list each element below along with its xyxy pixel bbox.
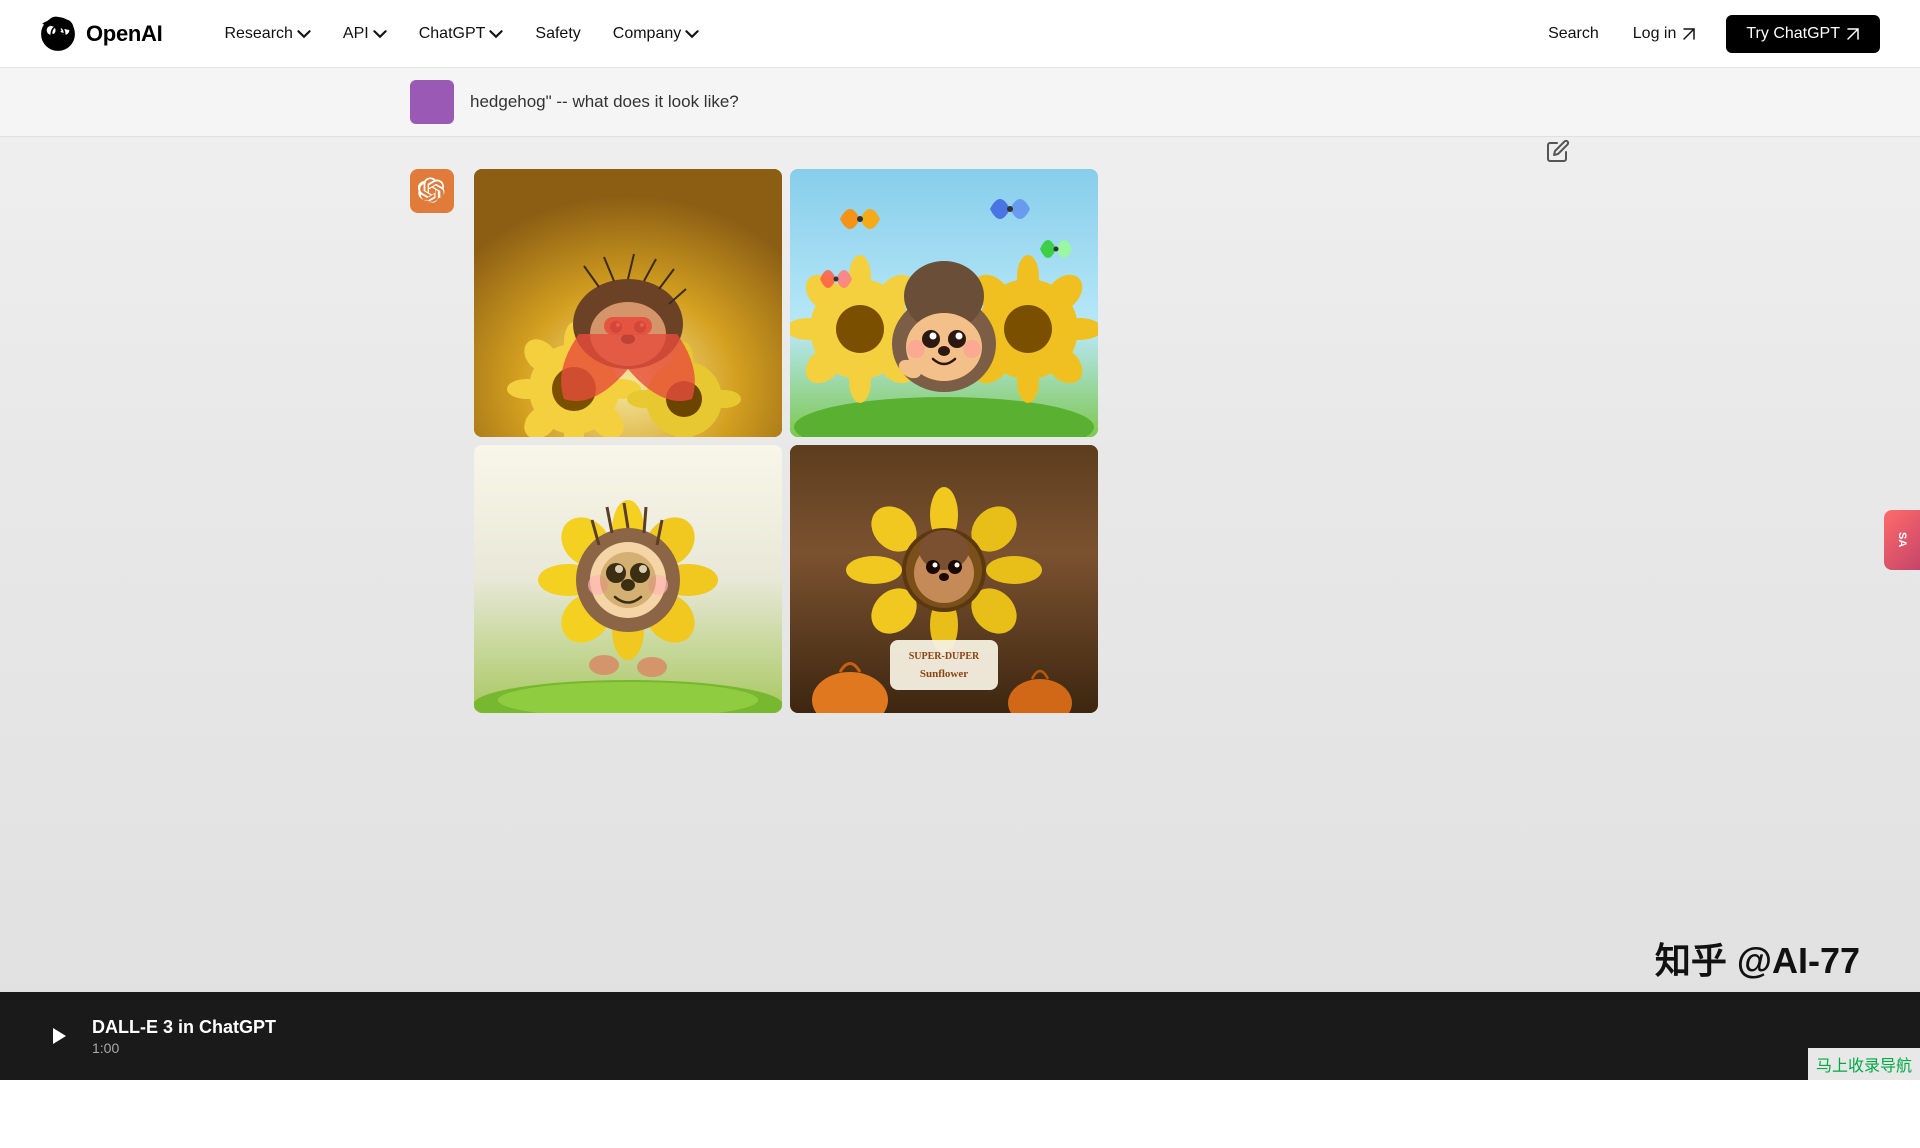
edit-icon <box>1546 139 1570 163</box>
watermark-bottom: 马上收录导航 <box>1808 1048 1920 1080</box>
image-4[interactable]: SUPER-DUPER Sunflower <box>790 445 1098 713</box>
nav-company[interactable]: Company <box>599 17 713 51</box>
try-chatgpt-button[interactable]: Try ChatGPT <box>1726 15 1880 53</box>
user-message-text: hedgehog" -- what does it look like? <box>470 92 739 112</box>
hedgehog-cartoon-butterfly-image <box>790 169 1098 437</box>
user-avatar <box>410 80 454 124</box>
hedgehog-sunflower-pot-svg: SUPER-DUPER Sunflower <box>790 445 1098 713</box>
openai-logo-icon <box>40 16 76 52</box>
nav-chatgpt[interactable]: ChatGPT <box>405 17 518 51</box>
images-container: SUPER-DUPER Sunflower <box>474 169 1510 713</box>
login-button[interactable]: Log in <box>1619 17 1711 51</box>
play-icon <box>48 1026 68 1046</box>
play-button[interactable] <box>40 1018 76 1054</box>
ai-avatar-wrapper <box>410 169 454 213</box>
nav-api[interactable]: API <box>329 17 401 51</box>
chevron-down-icon <box>489 27 503 41</box>
nav-links: Research API ChatGPT Safety Company <box>210 17 1544 51</box>
image-2[interactable] <box>790 169 1098 437</box>
external-link-icon <box>1682 27 1696 41</box>
chevron-down-icon <box>297 27 311 41</box>
video-player-bar: DALL-E 3 in ChatGPT 1:00 <box>0 992 1920 1080</box>
hedgehog-sunflower-pot-image: SUPER-DUPER Sunflower <box>790 445 1098 713</box>
chatgpt-avatar <box>410 169 454 213</box>
user-message-bar: hedgehog" -- what does it look like? <box>0 68 1920 137</box>
chevron-down-icon <box>685 27 699 41</box>
video-title: DALL-E 3 in ChatGPT <box>92 1017 276 1038</box>
edit-icon-wrapper[interactable] <box>1546 139 1570 168</box>
hedgehog-sunflower-cartoon-image <box>474 445 782 713</box>
video-info: DALL-E 3 in ChatGPT 1:00 <box>92 1017 276 1056</box>
svg-text:SUPER-DUPER: SUPER-DUPER <box>909 651 980 662</box>
chat-response: SUPER-DUPER Sunflower <box>410 137 1510 729</box>
side-float[interactable]: SA <box>1884 510 1920 570</box>
hedgehog-sunflower-cartoon-svg <box>474 445 782 713</box>
search-button[interactable]: Search <box>1544 17 1603 51</box>
navbar: OpenAI Research API ChatGPT Safety Compa… <box>0 0 1920 68</box>
arrow-icon <box>1846 27 1860 41</box>
hedgehog-superhero-svg <box>474 169 782 437</box>
hedgehog-cartoon-butterfly-svg <box>790 169 1098 437</box>
main-content: hedgehog" -- what does it look like? <box>0 68 1920 1080</box>
watermark-right: 知乎 @AI-77 <box>1655 932 1860 984</box>
nav-safety[interactable]: Safety <box>521 17 594 51</box>
image-grid: SUPER-DUPER Sunflower <box>474 169 1094 713</box>
user-message-inner: hedgehog" -- what does it look like? <box>410 80 1510 124</box>
image-1[interactable] <box>474 169 782 437</box>
video-time: 1:00 <box>92 1040 276 1056</box>
nav-research[interactable]: Research <box>210 17 324 51</box>
openai-logo[interactable]: OpenAI <box>40 16 162 52</box>
openai-wordmark: OpenAI <box>86 21 162 47</box>
chatgpt-logo-icon <box>418 177 446 205</box>
svg-text:Sunflower: Sunflower <box>920 668 968 680</box>
hedgehog-superhero-image <box>474 169 782 437</box>
nav-right: Search Log in Try ChatGPT <box>1544 15 1880 53</box>
chevron-down-icon <box>373 27 387 41</box>
image-3[interactable] <box>474 445 782 713</box>
